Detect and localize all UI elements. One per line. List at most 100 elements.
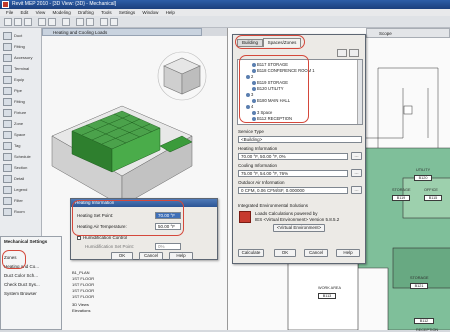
- menu-tools[interactable]: Tools: [101, 10, 112, 15]
- palette-label: Filter: [14, 198, 23, 203]
- room-tag[interactable]: B119: [392, 195, 410, 201]
- measure-icon[interactable]: [76, 18, 84, 26]
- level-item[interactable]: 1ST FLOOR: [72, 294, 94, 299]
- palette-label: Accessory: [14, 55, 33, 60]
- palette-label: Room: [14, 209, 25, 214]
- cooling-info-edit-button[interactable]: …: [351, 169, 362, 177]
- tag-icon[interactable]: [3, 142, 12, 150]
- browser-item-system-browser[interactable]: System Browser: [4, 291, 37, 296]
- browser-item-check-duct[interactable]: Check Duct Sys...: [4, 282, 40, 287]
- new-icon[interactable]: [4, 18, 12, 26]
- equipment-icon[interactable]: [3, 76, 12, 84]
- room-label: OFFICE: [424, 188, 438, 192]
- room-tag[interactable]: B113: [318, 293, 336, 299]
- humidification-checkbox[interactable]: [77, 236, 81, 240]
- tree-scrollbar[interactable]: [357, 60, 362, 124]
- heating-ok-button[interactable]: OK: [111, 252, 133, 260]
- menu-view[interactable]: View: [36, 10, 46, 15]
- collapse-icon[interactable]: [349, 49, 359, 57]
- service-type-label: Service Type: [238, 129, 264, 134]
- scope-label[interactable]: Scope: [379, 31, 392, 36]
- zone-icon[interactable]: [3, 120, 12, 128]
- 3d-view-canvas[interactable]: [42, 36, 227, 330]
- calculate-button[interactable]: Calculate: [238, 249, 264, 257]
- cancel-button[interactable]: Cancel: [304, 249, 328, 257]
- room-label: UTILITY: [416, 168, 431, 172]
- room-label: RECEPTION: [416, 328, 439, 332]
- level-item[interactable]: 3D Views: [72, 302, 89, 307]
- redo-icon[interactable]: [48, 18, 56, 26]
- view-tab[interactable]: Heating and Cooling Loads: [42, 28, 202, 36]
- fitting-icon[interactable]: [3, 43, 12, 51]
- legend-icon[interactable]: [3, 186, 12, 194]
- level-item[interactable]: 1ST FLOOR: [72, 276, 94, 281]
- print-icon[interactable]: [62, 18, 70, 26]
- room-tag[interactable]: B112: [414, 318, 434, 324]
- fixture-icon[interactable]: [3, 109, 12, 117]
- expand-icon[interactable]: [337, 49, 347, 57]
- menu-window[interactable]: Window: [142, 10, 158, 15]
- room-label: WORK AREA: [318, 286, 341, 290]
- room-tag[interactable]: B121: [410, 283, 428, 289]
- align-icon[interactable]: [86, 18, 94, 26]
- zoom-icon[interactable]: [100, 18, 108, 26]
- menu-file[interactable]: File: [6, 10, 13, 15]
- browser-title: Mechanical Settings: [4, 239, 48, 244]
- service-type-select[interactable]: <Building>: [238, 136, 362, 143]
- outdoor-air-edit-button[interactable]: …: [351, 186, 362, 194]
- space-icon[interactable]: [3, 131, 12, 139]
- callout-highlight: [235, 35, 305, 49]
- callout-highlight: [72, 200, 184, 236]
- ies-text-1: Loads Calculations powered by: [255, 211, 318, 216]
- room-label: STORAGE: [392, 188, 411, 192]
- level-item[interactable]: 1ST FLOOR: [72, 288, 94, 293]
- menu-drafting[interactable]: Drafting: [78, 10, 94, 15]
- heating-help-button[interactable]: Help: [169, 252, 193, 260]
- level-item[interactable]: Elevations: [72, 308, 90, 313]
- palette-label: Pipe: [14, 88, 23, 93]
- ok-button[interactable]: OK: [274, 249, 296, 257]
- accessory-icon[interactable]: [3, 54, 12, 62]
- filter-icon[interactable]: [3, 197, 12, 205]
- browser-item-duct-color[interactable]: Duct Color Sch...: [4, 273, 38, 278]
- pan-icon[interactable]: [110, 18, 118, 26]
- level-item[interactable]: B1_PLAN: [72, 270, 90, 275]
- menu-edit[interactable]: Edit: [21, 10, 29, 15]
- heating-cancel-button[interactable]: Cancel: [139, 252, 163, 260]
- undo-icon[interactable]: [38, 18, 46, 26]
- heating-info-edit-button[interactable]: …: [351, 152, 362, 160]
- duct-icon[interactable]: [3, 32, 12, 40]
- callout-highlight: [239, 55, 309, 123]
- menu-modeling[interactable]: Modeling: [53, 10, 71, 15]
- pipe-icon[interactable]: [3, 87, 12, 95]
- outdoor-air-field[interactable]: 0 CFM, 0.06 CFM/SF, 0.000000: [238, 187, 348, 194]
- callout-highlight: [2, 250, 26, 269]
- pipe-fitting-icon[interactable]: [3, 98, 12, 106]
- palette-label: Tag: [14, 143, 21, 148]
- room-icon[interactable]: [3, 208, 12, 216]
- room-tag[interactable]: B120: [414, 175, 432, 181]
- cooling-info-field[interactable]: 75.00 °F, 54.00 °F, 76%: [238, 170, 348, 177]
- detail-icon[interactable]: [3, 175, 12, 183]
- app-icon[interactable]: [2, 1, 9, 8]
- virtual-environment-button[interactable]: <Virtual Environment>: [273, 224, 325, 232]
- window-title: Revit MEP 2010 - [3D View: {3D} - Mechan…: [12, 1, 117, 7]
- menu-help[interactable]: Help: [166, 10, 175, 15]
- view-cube-icon: [157, 51, 207, 101]
- palette-label: Terminal: [14, 66, 30, 71]
- room-tag[interactable]: B115: [424, 195, 442, 201]
- schedule-icon[interactable]: [3, 153, 12, 161]
- view-levels: B1_PLAN 1ST FLOOR 1ST FLOOR 1ST FLOOR 1S…: [72, 270, 112, 330]
- section-icon[interactable]: [3, 164, 12, 172]
- palette-label: Duct: [14, 33, 23, 38]
- menu-settings[interactable]: Settings: [119, 10, 135, 15]
- help-button[interactable]: Help: [336, 249, 360, 257]
- save-icon[interactable]: [24, 18, 32, 26]
- level-item[interactable]: 1ST FLOOR: [72, 282, 94, 287]
- ies-text-2: IES <Virtual Environment> Version 5.8.5.…: [255, 217, 340, 222]
- heating-info-field[interactable]: 70.00 °F, 50.00 °F, 0%: [238, 153, 348, 160]
- humidification-set-input[interactable]: 0%: [155, 243, 181, 250]
- outdoor-air-label: Outdoor Air Information: [238, 180, 285, 185]
- open-icon[interactable]: [14, 18, 22, 26]
- terminal-icon[interactable]: [3, 65, 12, 73]
